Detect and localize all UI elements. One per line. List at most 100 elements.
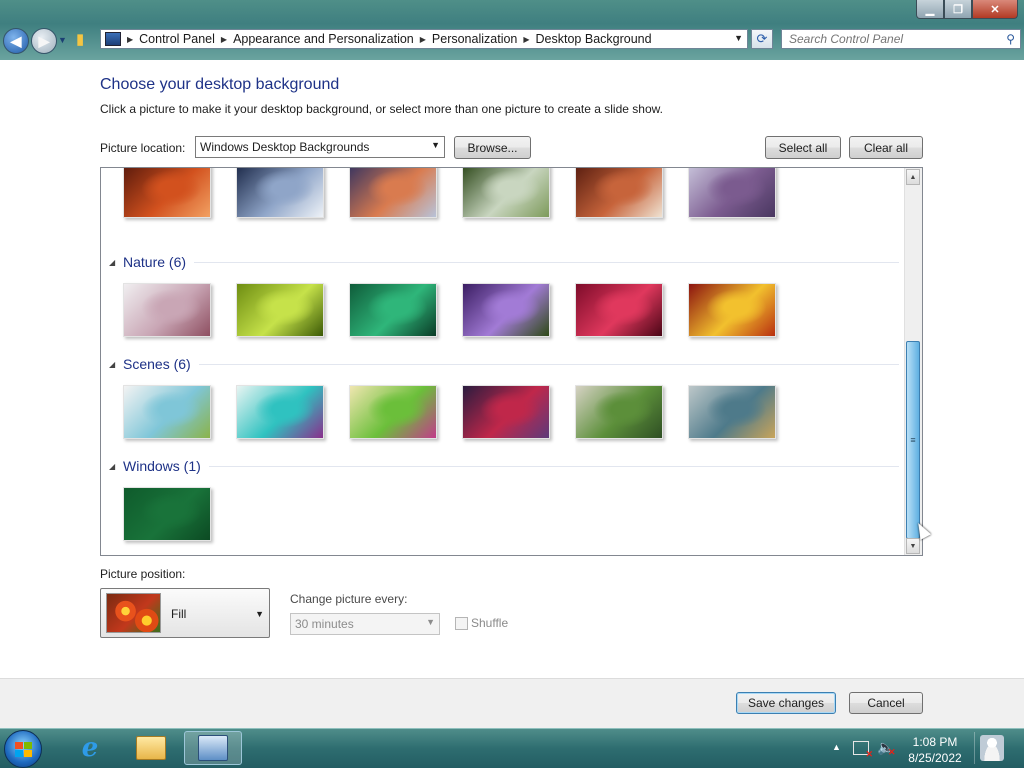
thumb-red-canyon[interactable] <box>123 168 211 218</box>
breadcrumb-separator-icon[interactable]: ▶ <box>127 35 133 44</box>
thumb-scene-5[interactable] <box>575 385 663 439</box>
position-preview-image <box>106 593 161 633</box>
save-changes-button[interactable]: Save changes <box>736 692 836 714</box>
group-label: Scenes (6) <box>123 356 191 372</box>
thumb-scene-1[interactable] <box>123 385 211 439</box>
change-interval-value: 30 minutes <box>295 617 354 631</box>
vertical-scrollbar[interactable]: ▲ ≡ ▼ <box>904 168 922 555</box>
picture-position-select[interactable]: Fill ▼ <box>100 588 270 638</box>
picture-location-select[interactable]: Windows Desktop Backgrounds ▼ <box>195 136 445 158</box>
taskbar-internet-explorer[interactable]: e <box>62 731 118 765</box>
clear-all-button[interactable]: Clear all <box>849 136 923 159</box>
show-hidden-icons-icon[interactable]: ▲ <box>832 742 841 752</box>
group-header[interactable]: ◢ Nature (6) <box>109 252 899 272</box>
thumb-waterfall[interactable] <box>462 168 550 218</box>
breadcrumb-separator-icon[interactable]: ▶ <box>523 35 529 44</box>
user-icon <box>980 735 1004 761</box>
group-header[interactable]: ◢ Windows (1) <box>109 456 899 476</box>
windows-logo-icon <box>14 741 32 757</box>
maximize-button[interactable]: ❐ <box>944 0 972 19</box>
thumb-yellow-petals[interactable] <box>688 283 776 337</box>
start-button[interactable] <box>4 730 42 768</box>
breadcrumb-personalization[interactable]: Personalization <box>432 32 517 46</box>
grip-icon: ≡ <box>910 435 916 445</box>
thumb-red-dahlia[interactable] <box>575 283 663 337</box>
select-all-button[interactable]: Select all <box>765 136 841 159</box>
recent-pages-chevron-icon[interactable]: ▼ <box>58 35 67 45</box>
user-tray-button[interactable] <box>974 732 1009 764</box>
chevron-down-icon: ▼ <box>426 617 435 627</box>
thumb-succulent[interactable] <box>236 283 324 337</box>
address-bar[interactable]: ▶ Control Panel ▶ Appearance and Persona… <box>100 29 748 49</box>
breadcrumb-separator-icon[interactable]: ▶ <box>420 35 426 44</box>
collapse-triangle-icon[interactable]: ◢ <box>109 462 123 471</box>
window-title-bar: ▁ ❐ ✕ ◀ ▶ ▼ ▮ ▶ Control Panel ▶ Appearan… <box>0 0 1024 60</box>
refresh-icon: ⟳ <box>756 31 768 46</box>
picture-location-label: Picture location: <box>100 141 186 155</box>
scroll-up-arrow-icon[interactable]: ▲ <box>906 169 920 185</box>
thumb-scene-3[interactable] <box>349 385 437 439</box>
muted-icon: ✕ <box>888 747 896 757</box>
thumb-pink-spikes[interactable] <box>123 283 211 337</box>
main-content: Choose your desktop background Click a p… <box>0 60 1024 678</box>
wallpaper-gallery[interactable]: ◢ Nature (6) ◢ Scenes (6) ◢ Windows (1) ▲ ≡ ▼ <box>100 167 923 556</box>
group-divider <box>198 363 899 365</box>
thumb-scene-2[interactable] <box>236 385 324 439</box>
network-icon[interactable] <box>853 741 873 760</box>
search-box[interactable]: ⚲ <box>781 29 1021 49</box>
shuffle-checkbox[interactable] <box>455 617 468 630</box>
back-button[interactable]: ◀ <box>3 28 29 54</box>
page-description: Click a picture to make it your desktop … <box>100 102 663 116</box>
cancel-button[interactable]: Cancel <box>849 692 923 714</box>
browse-button[interactable]: Browse... <box>454 136 531 159</box>
caption-buttons: ▁ ❐ ✕ <box>916 0 1018 20</box>
page-title: Choose your desktop background <box>100 76 340 93</box>
breadcrumb-separator-icon[interactable]: ▶ <box>221 35 227 44</box>
collapse-triangle-icon[interactable]: ◢ <box>109 258 123 267</box>
group-divider <box>194 261 899 263</box>
thumb-scene-6[interactable] <box>688 385 776 439</box>
scroll-down-arrow-icon[interactable]: ▼ <box>906 538 920 554</box>
collapse-triangle-icon[interactable]: ◢ <box>109 360 123 369</box>
forward-button[interactable]: ▶ <box>31 28 57 54</box>
thumb-sunset-coast[interactable] <box>349 168 437 218</box>
refresh-button[interactable]: ⟳ <box>751 29 773 49</box>
thumb-lavender-field[interactable] <box>688 168 776 218</box>
thumb-green-leaves[interactable] <box>349 283 437 337</box>
control-panel-icon <box>105 32 121 46</box>
close-button[interactable]: ✕ <box>972 0 1018 19</box>
back-arrow-icon: ◀ <box>10 32 22 49</box>
picture-position-value: Fill <box>171 607 187 621</box>
group-label: Nature (6) <box>123 254 187 270</box>
clock-date: 8/25/2022 <box>908 751 962 765</box>
taskbar: e ▲ 🔈 ✕ 1:08 PM 8/25/2022 <box>0 728 1024 768</box>
windows-explorer-icon <box>136 736 166 760</box>
thumb-purple-thistle[interactable] <box>462 283 550 337</box>
thumb-scene-4[interactable] <box>462 385 550 439</box>
chevron-down-icon: ▼ <box>255 609 264 619</box>
change-interval-select[interactable]: 30 minutes ▼ <box>290 613 440 635</box>
thumb-rock-arch[interactable] <box>575 168 663 218</box>
breadcrumb-control-panel[interactable]: Control Panel <box>139 32 215 46</box>
group-label: Windows (1) <box>123 458 201 474</box>
search-input[interactable] <box>782 31 1001 47</box>
search-icon[interactable]: ⚲ <box>1006 32 1015 46</box>
forward-arrow-icon: ▶ <box>38 32 50 49</box>
picture-location-value: Windows Desktop Backgrounds <box>200 140 370 154</box>
chevron-down-icon[interactable]: ▼ <box>734 33 743 43</box>
thumb-windows-green[interactable] <box>123 487 211 541</box>
thumb-ice-lake[interactable] <box>236 168 324 218</box>
breadcrumb-desktop-background[interactable]: Desktop Background <box>536 32 652 46</box>
footer-bar: Save changes Cancel <box>0 678 1024 728</box>
scrollbar-thumb[interactable]: ≡ <box>906 341 920 539</box>
system-clock[interactable]: 1:08 PM 8/25/2022 <box>900 734 970 766</box>
breadcrumb-appearance-personalization[interactable]: Appearance and Personalization <box>233 32 414 46</box>
up-folder-icon[interactable]: ▮ <box>76 30 94 50</box>
minimize-button[interactable]: ▁ <box>916 0 944 19</box>
taskbar-windows-explorer[interactable] <box>123 731 179 765</box>
group-header[interactable]: ◢ Scenes (6) <box>109 354 899 374</box>
taskbar-control-panel[interactable] <box>184 731 242 765</box>
picture-position-label: Picture position: <box>100 567 186 581</box>
shuffle-label[interactable]: Shuffle <box>471 616 508 630</box>
internet-explorer-icon: e <box>81 733 99 763</box>
